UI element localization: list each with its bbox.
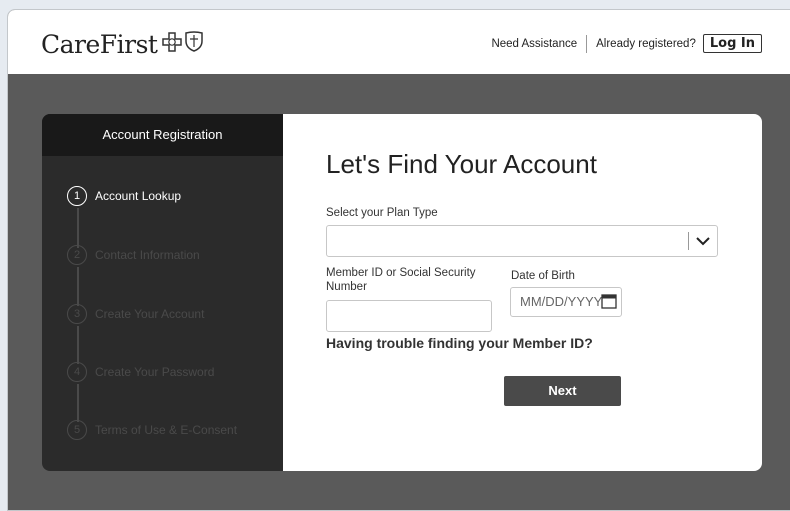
need-assistance-link[interactable]: Need Assistance: [491, 38, 577, 50]
step-number: 1: [67, 186, 87, 206]
date-placeholder: MM/DD/YYYY: [520, 294, 603, 309]
plan-type-label: Select your Plan Type: [326, 207, 438, 219]
step-connector: [77, 208, 79, 248]
blue-cross-icon: [162, 31, 183, 57]
date-of-birth-label: Date of Birth: [511, 270, 575, 282]
date-of-birth-input[interactable]: MM/DD/YYYY: [510, 287, 622, 317]
steps-panel-title: Account Registration: [42, 114, 283, 156]
carefirst-logo[interactable]: CareFirst: [41, 27, 204, 61]
next-button[interactable]: Next: [504, 376, 621, 406]
already-registered-text: Already registered?: [596, 37, 696, 50]
step-number: 3: [67, 304, 87, 324]
step-number: 2: [67, 245, 87, 265]
step-number: 5: [67, 420, 87, 440]
member-id-input[interactable]: [326, 300, 492, 332]
login-button[interactable]: Log In: [702, 34, 762, 53]
browser-window: CareFirst Need Assistance Already regist…: [7, 9, 790, 511]
step-connector: [77, 326, 79, 364]
step-connector: [77, 384, 79, 422]
top-bar: CareFirst Need Assistance Already regist…: [8, 10, 790, 74]
account-lookup-form: Let's Find Your Account Select your Plan…: [283, 114, 762, 471]
step-contact-information: 2 Contact Information: [67, 245, 200, 265]
step-label: Create Your Account: [95, 307, 205, 321]
chevron-down-icon[interactable]: [695, 233, 711, 254]
plan-type-select[interactable]: [326, 225, 718, 257]
select-divider: [688, 232, 689, 250]
form-title: Let's Find Your Account: [326, 149, 597, 179]
step-terms-of-use: 5 Terms of Use & E-Consent: [67, 420, 237, 440]
step-connector: [77, 267, 79, 306]
step-label: Terms of Use & E-Consent: [95, 423, 238, 437]
divider: [586, 34, 588, 53]
step-create-account: 3 Create Your Account: [67, 304, 204, 324]
step-create-password: 4 Create Your Password: [67, 362, 214, 382]
step-account-lookup: 1 Account Lookup: [67, 186, 181, 206]
member-id-label: Member ID or Social Security Number: [326, 267, 476, 293]
member-id-help-link[interactable]: Having trouble finding your Member ID?: [326, 335, 593, 351]
logo-text: CareFirst: [41, 29, 158, 59]
step-label: Create Your Password: [95, 365, 215, 379]
step-label: Contact Information: [95, 248, 200, 262]
calendar-icon[interactable]: [601, 294, 617, 314]
blue-shield-icon: [185, 31, 204, 57]
step-number: 4: [67, 362, 87, 382]
registration-steps-panel: Account Registration 1 Account Lookup 2 …: [42, 114, 283, 471]
step-label: Account Lookup: [95, 189, 182, 203]
